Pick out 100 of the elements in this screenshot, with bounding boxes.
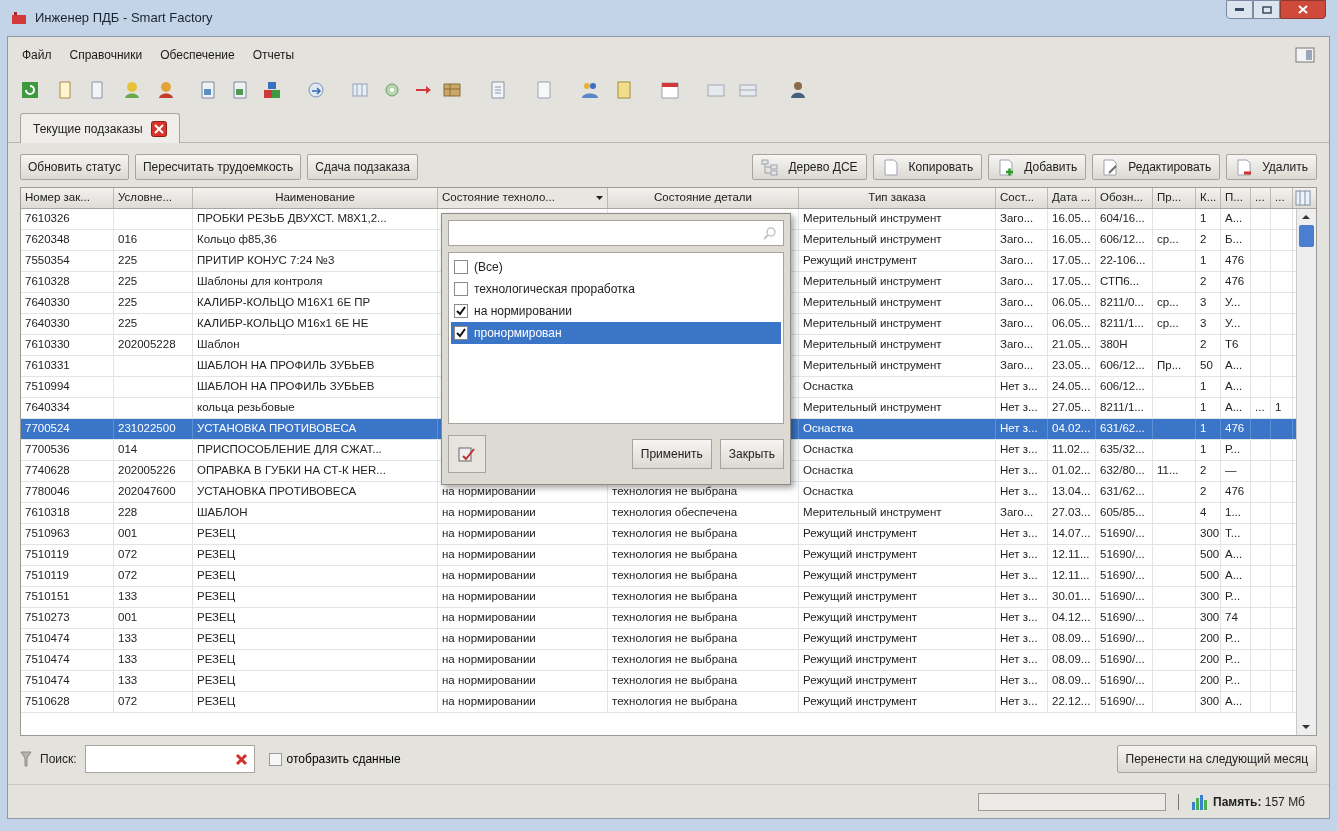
table-cell: 27.03... (1048, 503, 1096, 523)
table-cell: 50 (1196, 356, 1221, 376)
scrollbar[interactable] (1296, 209, 1316, 735)
close-button[interactable] (1280, 0, 1326, 19)
column-header[interactable]: Дата ... (1048, 188, 1096, 208)
document-icon[interactable] (489, 81, 507, 99)
menu-item[interactable]: Файл (22, 46, 52, 64)
table-cell: КАЛИБР-КОЛЬЦО М16х1 6Е НЕ (193, 314, 438, 334)
table-cell: 1 (1271, 398, 1293, 418)
table-cell: 631/62... (1096, 419, 1153, 439)
table-cell: Нет з... (996, 461, 1048, 481)
checkbox[interactable] (454, 282, 468, 296)
table-cell: 7510628 (21, 692, 114, 712)
table-row[interactable]: 7510273 001 РЕЗЕЦ на нормировании технология не выбрана Режущий инструмент Нет з... 04.12... 51690/... 300 74 (21, 608, 1296, 629)
table-row[interactable]: 7780046 202047600 УСТАНОВКА ПРОТИВОВЕСА на нормировании технология не выбрана Оснастка Нет з... 13.04... 631/62... 2 476 (21, 482, 1296, 503)
calendar-icon[interactable] (661, 81, 679, 99)
scrollbar-thumb[interactable] (1299, 225, 1314, 247)
popup-button[interactable]: Закрыть (719, 439, 784, 469)
move-button[interactable]: Перенести на следующий месяц (1116, 745, 1317, 773)
table-cell: 001 (114, 524, 193, 544)
person-icon[interactable] (123, 81, 141, 99)
refresh-icon[interactable] (21, 81, 39, 99)
grid-icon[interactable] (351, 81, 369, 99)
table-cell: 7550354 (21, 251, 114, 271)
table-row[interactable]: 7510963 001 РЕЗЕЦ на нормировании технология не выбрана Режущий инструмент Нет з... 14.07... 51690/... 300 Т... (21, 524, 1296, 545)
bar-chart-icon (1191, 793, 1207, 810)
popup-button[interactable]: Применить (631, 439, 712, 469)
action-button[interactable]: Добавить (988, 154, 1087, 180)
table-row[interactable]: 7510628 072 РЕЗЕЦ на нормировании технология не выбрана Режущий инструмент Нет з... 22.12... 51690/... 300 А... (21, 692, 1296, 713)
person-icon[interactable] (157, 81, 175, 99)
book-icon[interactable] (615, 81, 633, 99)
column-header[interactable]: К... (1196, 188, 1221, 208)
table-cell: 1 (1196, 440, 1221, 460)
filter-item-label: (Все) (474, 259, 503, 276)
column-header[interactable]: Сост... (996, 188, 1048, 208)
table-row[interactable]: 7510474 133 РЕЗЕЦ на нормировании технология не выбрана Режущий инструмент Нет з... 08.09... 51690/... 200 Р... (21, 671, 1296, 692)
menu-item[interactable]: Отчеты (252, 46, 295, 64)
table-cell: Нет з... (996, 650, 1048, 670)
filter-item[interactable]: пронормирован (451, 322, 781, 344)
column-header[interactable]: Состояние детали (608, 188, 799, 208)
table-cell: РЕЗЕЦ (193, 629, 438, 649)
person-icon[interactable] (789, 81, 807, 99)
minimize-button[interactable] (1226, 0, 1253, 19)
table-cell: 04.02... (1048, 419, 1096, 439)
table-cell: Пр... (1153, 356, 1196, 376)
action-button[interactable]: Удалить (1226, 154, 1317, 180)
menu-item[interactable]: Справочники (69, 46, 143, 64)
action-button[interactable]: Копировать (872, 154, 983, 180)
table-cell: технология не выбрана (608, 566, 799, 586)
table-cell: КАЛИБР-КОЛЬЦО М16Х1 6Е ПР (193, 293, 438, 313)
filter-item[interactable]: на нормировании (451, 300, 781, 322)
column-header[interactable]: П... (1221, 188, 1251, 208)
table-row[interactable]: 7510151 133 РЕЗЕЦ на нормировании технология не выбрана Режущий инструмент Нет з... 30.01... 51690/... 300 Р... (21, 587, 1296, 608)
filter-item[interactable]: технологическая проработка (451, 278, 781, 300)
table-cell: технология не выбрана (608, 524, 799, 544)
column-header[interactable]: Тип заказа (799, 188, 996, 208)
document-icon[interactable] (535, 81, 553, 99)
action-button[interactable]: Пересчитать трудоемкость (134, 154, 302, 180)
table-cell: технология не выбрана (608, 671, 799, 691)
people-icon[interactable] (581, 81, 599, 99)
column-header[interactable]: Номер зак... (21, 188, 114, 208)
column-header[interactable]: ... (1251, 188, 1271, 208)
column-header[interactable]: Обозн... (1096, 188, 1153, 208)
table-cell: 16.05... (1048, 209, 1096, 229)
image-document-icon[interactable] (199, 81, 217, 99)
grid-icon[interactable] (739, 81, 757, 99)
table-cell: Заго... (996, 209, 1048, 229)
blocks-icon[interactable] (263, 81, 281, 99)
tab[interactable]: Текущие подзаказы (20, 113, 180, 143)
table-icon[interactable] (443, 81, 461, 99)
column-header[interactable]: Состояние техноло... (438, 188, 608, 208)
action-button[interactable]: Редактировать (1092, 154, 1221, 180)
table-row[interactable]: 7510474 133 РЕЗЕЦ на нормировании технология не выбрана Режущий инструмент Нет з... 08.09... 51690/... 200 Р... (21, 629, 1296, 650)
search-field[interactable] (448, 220, 784, 246)
column-header[interactable]: ... (1271, 188, 1293, 208)
show-submitted-checkbox[interactable]: отобразить сданные (268, 750, 401, 768)
table-cell: Нет з... (996, 440, 1048, 460)
image-document-icon[interactable] (231, 81, 249, 99)
column-header[interactable]: Условне... (114, 188, 193, 208)
select-all-button[interactable] (448, 435, 486, 473)
action-button[interactable]: Дерево ДСЕ (752, 154, 867, 180)
table-row[interactable]: 7510119 072 РЕЗЕЦ на нормировании технология не выбрана Режущий инструмент Нет з... 12.11... 51690/... 500 А... (21, 545, 1296, 566)
search-icon (763, 226, 777, 240)
checkbox[interactable] (454, 326, 468, 340)
table-row[interactable]: 7510474 133 РЕЗЕЦ на нормировании технология не выбрана Режущий инструмент Нет з... 08.09... 51690/... 200 Р... (21, 650, 1296, 671)
table-cell: 300 (1196, 524, 1221, 544)
table-cell: Шаблон (193, 335, 438, 355)
filter-item[interactable]: (Все) (451, 256, 781, 278)
checkbox[interactable] (454, 304, 468, 318)
checklist-icon (457, 444, 477, 464)
checkbox[interactable] (454, 260, 468, 274)
table-row[interactable]: 7610318 228 ШАБЛОН на нормировании технология обеспечена Мерительный инструмент Заго... 27.03... 605/85... 4 1... (21, 503, 1296, 524)
table-row[interactable]: 7510119 072 РЕЗЕЦ на нормировании технология не выбрана Режущий инструмент Нет з... 12.11... 51690/... 500 А... (21, 566, 1296, 587)
column-header[interactable]: Пр... (1153, 188, 1196, 208)
menu-item[interactable]: Обеспечение (160, 46, 235, 64)
action-button[interactable]: Обновить статус (20, 154, 129, 180)
action-button[interactable]: Сдача подзаказа (307, 154, 418, 180)
table-cell: 7510474 (21, 629, 114, 649)
search-field[interactable] (84, 745, 255, 773)
maximize-button[interactable] (1253, 0, 1280, 19)
